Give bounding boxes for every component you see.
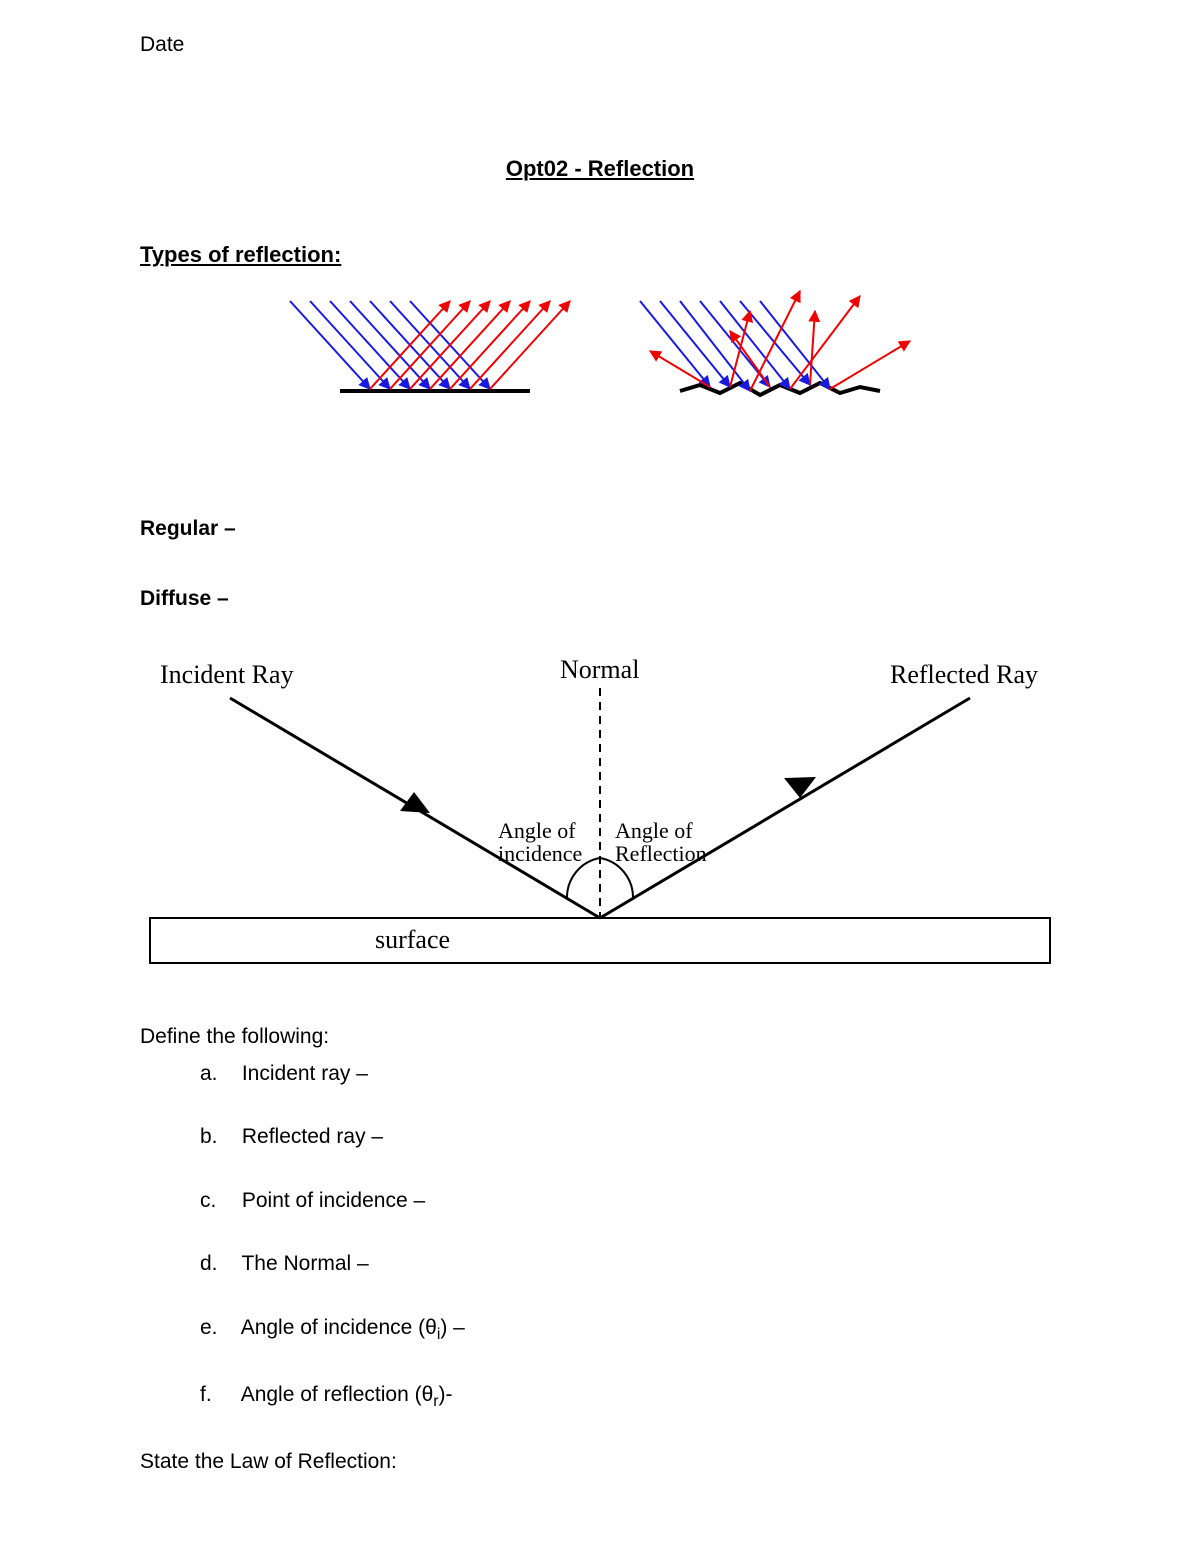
law-of-reflection-figure: surface Normal Incident Ray Reflected Ra… <box>140 643 1060 981</box>
surface-label: surface <box>375 925 450 954</box>
reflected-ray-label: Reflected Ray <box>890 660 1038 689</box>
law-heading: State the Law of Reflection: <box>140 1447 1060 1476</box>
define-heading: Define the following: <box>140 1022 1060 1051</box>
angle-of-reflection-label-2: Reflection <box>615 841 707 866</box>
diffuse-label: Diffuse – <box>140 584 1060 613</box>
definition-a: a. Incident ray – <box>200 1059 1060 1088</box>
angle-of-incidence-label-1: Angle of <box>498 818 576 843</box>
angle-of-reflection-label-1: Angle of <box>615 818 693 843</box>
law-of-reflection-svg: surface Normal Incident Ray Reflected Ra… <box>140 643 1060 973</box>
definitions-list: a. Incident ray – b. Reflected ray – c. … <box>200 1059 1060 1413</box>
definition-text: Reflected ray – <box>242 1125 383 1148</box>
definition-marker: a. <box>200 1059 236 1088</box>
incident-ray-label: Incident Ray <box>160 660 294 689</box>
definition-marker: d. <box>200 1249 236 1278</box>
definition-marker: e. <box>200 1313 236 1342</box>
definition-c: c. Point of incidence – <box>200 1186 1060 1215</box>
reflection-types-svg <box>250 281 950 421</box>
definition-f: f. Angle of reflection (θr)- <box>200 1380 1060 1413</box>
definition-text: The Normal – <box>241 1252 368 1275</box>
types-of-reflection-figure <box>140 281 1060 429</box>
definition-text-pre: Angle of reflection (θ <box>241 1383 434 1406</box>
definition-text-post: ) – <box>440 1316 465 1339</box>
definition-text-post: )- <box>439 1383 453 1406</box>
worksheet-page: Date Opt02 - Reflection Types of reflect… <box>0 0 1200 1556</box>
definition-b: b. Reflected ray – <box>200 1122 1060 1151</box>
definition-d: d. The Normal – <box>200 1249 1060 1278</box>
definition-text: Incident ray – <box>242 1062 368 1085</box>
normal-label: Normal <box>560 655 639 684</box>
definition-marker: c. <box>200 1186 236 1215</box>
definition-marker: f. <box>200 1380 236 1409</box>
date-label: Date <box>140 30 1060 59</box>
definition-marker: b. <box>200 1122 236 1151</box>
page-title: Opt02 - Reflection <box>140 154 1060 185</box>
types-heading: Types of reflection: <box>140 240 1060 271</box>
definition-e: e. Angle of incidence (θi) – <box>200 1313 1060 1346</box>
angle-of-incidence-label-2: incidence <box>498 841 582 866</box>
regular-label: Regular – <box>140 514 1060 543</box>
definition-text: Point of incidence – <box>242 1189 425 1212</box>
definition-text-pre: Angle of incidence (θ <box>241 1316 437 1339</box>
